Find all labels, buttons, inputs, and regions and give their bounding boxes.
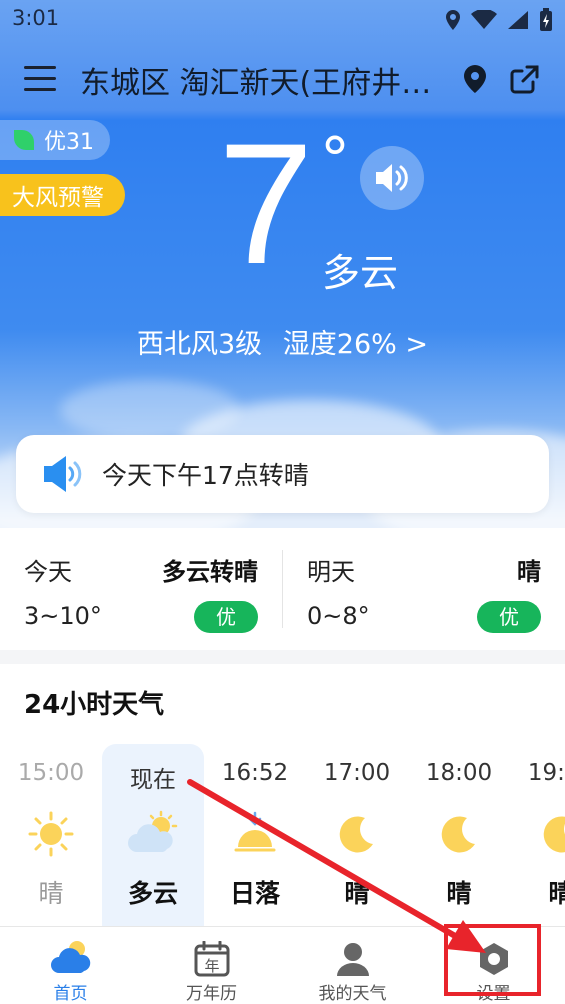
share-icon[interactable] — [508, 62, 542, 96]
tab-home-label: 首页 — [53, 984, 88, 1004]
warning-badge[interactable]: 大风预警 — [0, 174, 125, 216]
leaf-icon — [14, 130, 34, 150]
hourly-forecast[interactable]: 24小时天气 15:00 晴 现在 多云 16:52 日落 17:00 晴 18… — [0, 664, 565, 926]
forecast-tomorrow-label: 明天 — [307, 558, 355, 586]
hour-item[interactable]: 19:00 晴 — [510, 760, 565, 910]
wind-humidity-row[interactable]: 西北风3级 湿度26% > — [0, 322, 565, 361]
speaker-icon — [376, 164, 408, 192]
broadcast-icon — [44, 456, 82, 492]
hour-condition: 晴 — [548, 879, 565, 908]
tab-my-weather[interactable]: 我的天气 — [282, 927, 423, 1004]
daily-forecast: 今天 多云转晴 3~10° 优 明天 晴 0~8° 优 — [0, 528, 565, 650]
calendar-icon: 年 — [194, 941, 229, 977]
forecast-today[interactable]: 今天 多云转晴 3~10° 优 — [0, 528, 282, 650]
menu-icon[interactable] — [24, 66, 56, 92]
aqi-text: 优31 — [44, 130, 94, 155]
hour-item[interactable]: 18:00 晴 — [408, 760, 510, 910]
warning-text: 大风预警 — [12, 185, 104, 211]
battery-icon — [540, 8, 552, 31]
location-status-icon — [446, 10, 460, 30]
wind-text: 西北风3级 — [137, 329, 263, 360]
hour-item[interactable]: 17:00 晴 — [306, 760, 408, 910]
hour-time: 16:52 — [221, 760, 289, 786]
hour-time: 19:00 — [527, 760, 565, 786]
sun-icon — [28, 811, 74, 857]
hour-condition: 晴 — [344, 879, 370, 908]
app-bar: 东城区 淘汇新天(王府井… — [0, 44, 565, 114]
forecast-tomorrow[interactable]: 明天 晴 0~8° 优 — [283, 528, 565, 650]
calendar-icon-glyph: 年 — [204, 957, 219, 975]
forecast-today-condition: 多云转晴 — [162, 558, 258, 586]
forecast-tomorrow-range: 0~8° — [307, 602, 370, 630]
hour-condition: 多云 — [127, 879, 178, 908]
hour-condition: 晴 — [38, 879, 64, 908]
forecast-tomorrow-air-badge: 优 — [477, 601, 541, 633]
aqi-badge[interactable]: 优31 — [0, 120, 110, 160]
location-pin-icon[interactable] — [462, 64, 488, 94]
hour-time: 15:00 — [17, 760, 85, 786]
moon-icon — [339, 816, 373, 853]
hour-condition: 日落 — [229, 879, 280, 908]
moon-icon — [543, 816, 565, 853]
location-title[interactable]: 东城区 淘汇新天(王府井… — [80, 58, 450, 102]
current-condition: 多云 — [322, 251, 399, 295]
user-icon — [336, 943, 369, 976]
status-time: 3:01 — [12, 6, 60, 30]
status-icons — [445, 8, 553, 32]
current-temperature: 7 — [218, 108, 314, 300]
humidity-text: 湿度26% > — [282, 329, 428, 360]
degree-symbol: ° — [320, 125, 350, 195]
hour-time: 现在 — [130, 767, 176, 793]
notice-text: 今天下午17点转晴 — [102, 461, 309, 490]
moon-icon — [441, 816, 475, 853]
tab-calendar-label: 万年历 — [186, 984, 237, 1004]
sunset-icon — [234, 811, 276, 852]
tab-my-weather-label: 我的天气 — [318, 984, 387, 1004]
tab-calendar[interactable]: 年 万年历 — [141, 927, 282, 1004]
hourly-title: 24小时天气 — [24, 690, 165, 720]
home-weather-icon — [50, 941, 90, 973]
tab-home[interactable]: 首页 — [0, 927, 141, 1004]
hour-item[interactable]: 16:52 日落 — [204, 760, 306, 910]
weather-notice-card[interactable]: 今天下午17点转晴 — [16, 435, 549, 513]
forecast-today-label: 今天 — [24, 558, 72, 586]
signal-icon — [508, 11, 528, 29]
voice-broadcast-button[interactable] — [360, 146, 424, 210]
hour-item[interactable]: 15:00 晴 — [0, 760, 102, 910]
hour-condition: 晴 — [446, 879, 472, 908]
forecast-tomorrow-condition: 晴 — [517, 558, 541, 586]
highlight-box-annotation — [444, 924, 541, 996]
status-bar: 3:01 — [0, 0, 565, 38]
hour-time: 17:00 — [323, 760, 391, 786]
hour-item[interactable]: 现在 多云 — [102, 760, 204, 910]
hour-time: 18:00 — [425, 760, 493, 786]
cloudy-icon — [128, 810, 178, 852]
forecast-today-range: 3~10° — [24, 602, 102, 630]
wifi-icon — [471, 10, 497, 29]
forecast-today-air-badge: 优 — [194, 601, 258, 633]
